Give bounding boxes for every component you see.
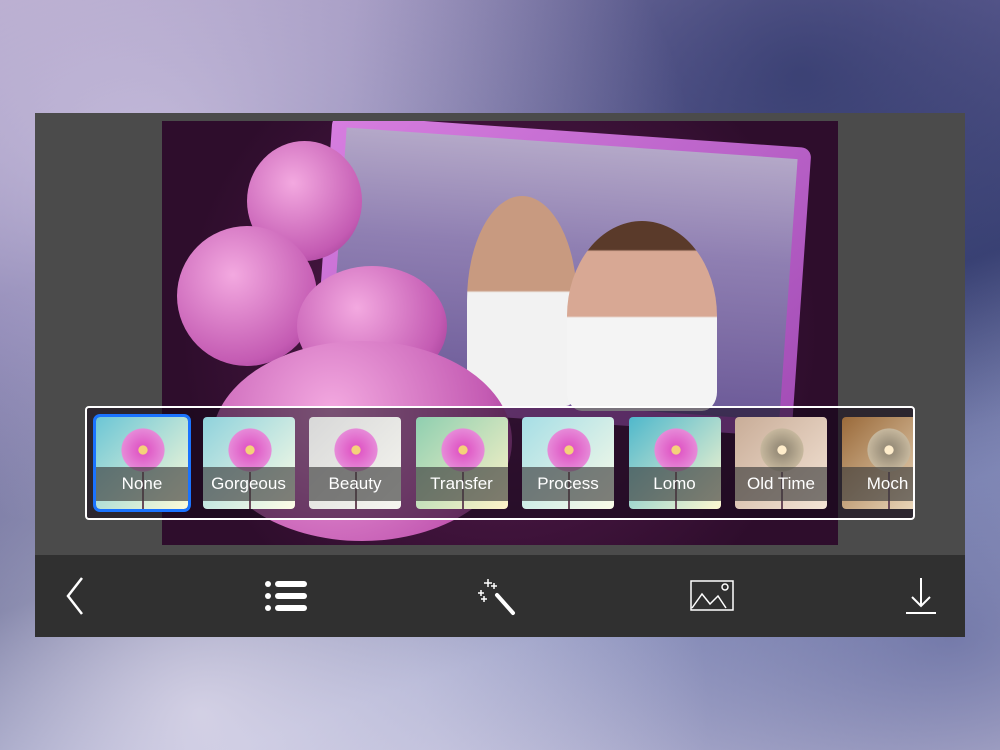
filter-label: Moch (841, 467, 913, 501)
filter-process[interactable]: Process (522, 417, 614, 509)
filter-label: Old Time (735, 467, 827, 501)
filter-none[interactable]: None (93, 414, 191, 512)
filter-label: Lomo (628, 467, 721, 501)
filter-transfer[interactable]: Transfer (415, 417, 508, 509)
editor-screen: None Gorgeous Beauty Transfer Process Lomo Old… (35, 113, 965, 637)
rose (177, 226, 317, 366)
filter-label: Beauty (309, 467, 401, 501)
filter-label: Process (522, 467, 614, 501)
person-man (467, 196, 577, 406)
filter-label: Gorgeous (202, 467, 295, 501)
back-button[interactable] (55, 575, 99, 617)
magic-wand-button[interactable] (477, 575, 521, 617)
list-icon (265, 581, 307, 611)
filter-label: Transfer (415, 467, 508, 501)
filter-beauty[interactable]: Beauty (309, 417, 401, 509)
filter-old-time[interactable]: Old Time (735, 417, 827, 509)
filter-gorgeous[interactable]: Gorgeous (202, 417, 295, 509)
image-button[interactable] (690, 575, 734, 617)
filter-lomo[interactable]: Lomo (628, 417, 721, 509)
back-icon (66, 577, 83, 615)
magic-wand-icon (478, 579, 515, 615)
image-icon (690, 580, 734, 611)
menu-button[interactable] (264, 575, 308, 617)
person-woman (567, 221, 717, 411)
filter-moch[interactable]: Moch (841, 417, 913, 509)
filter-strip[interactable]: None Gorgeous Beauty Transfer Process Lomo Old… (85, 406, 915, 520)
filter-label: None (96, 467, 188, 501)
download-button[interactable] (899, 575, 943, 617)
download-icon (906, 578, 936, 614)
bottom-toolbar (35, 555, 965, 637)
